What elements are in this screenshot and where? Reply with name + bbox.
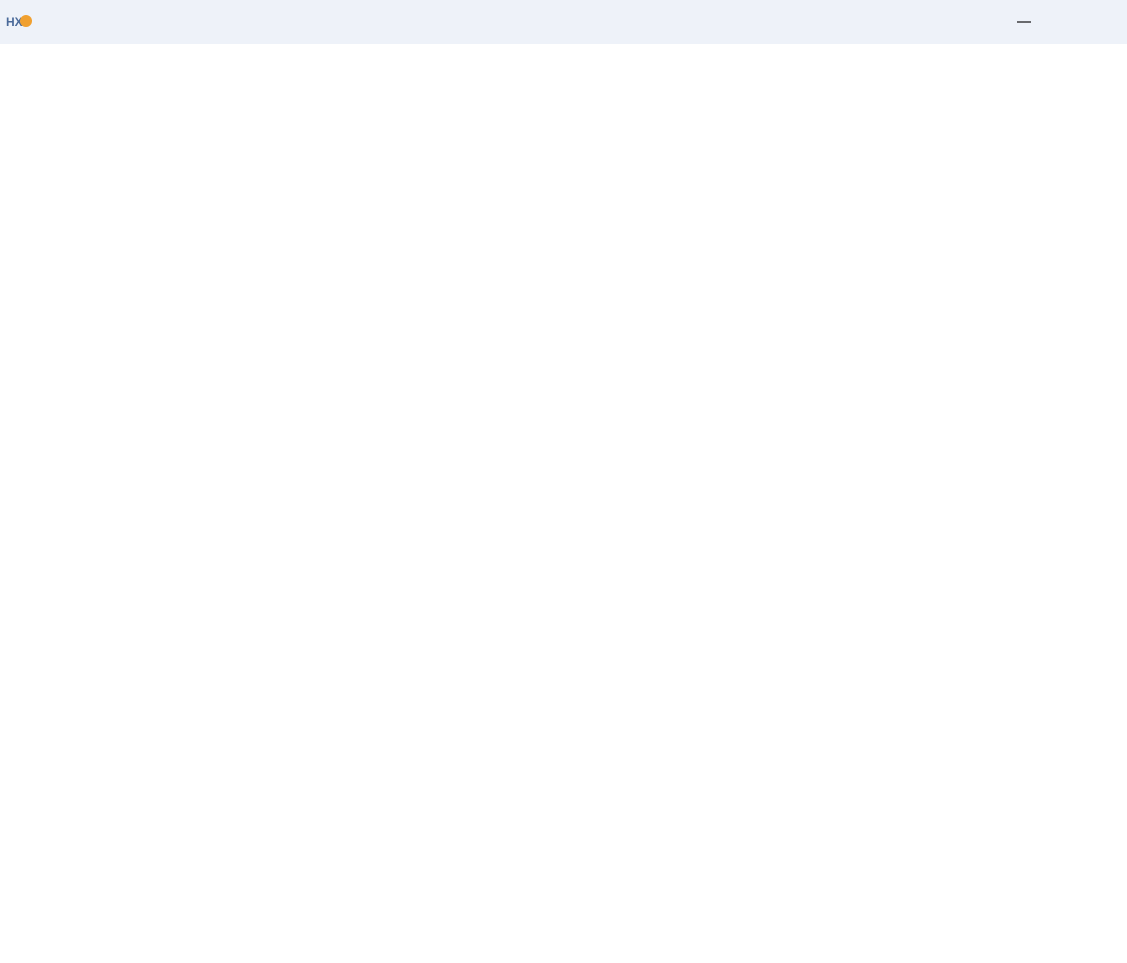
hxd-logo-icon: HX: [6, 15, 32, 29]
title-bar: HX: [0, 0, 1127, 44]
